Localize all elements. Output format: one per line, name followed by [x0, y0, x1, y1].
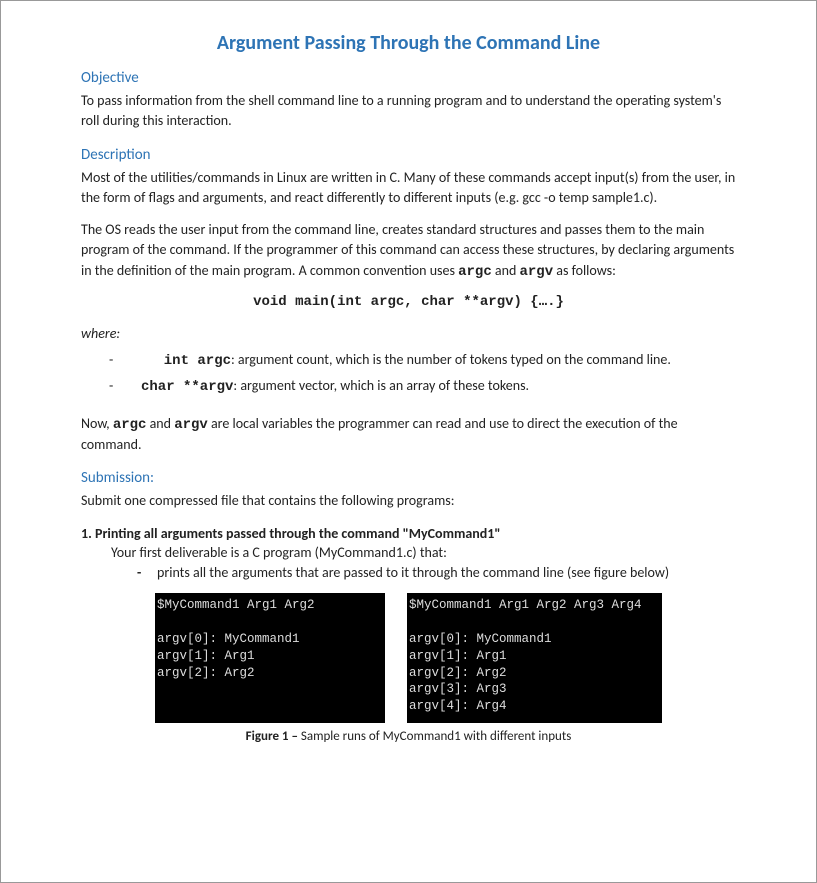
bullet-argc-text: : argument count, which is the number of…: [231, 351, 671, 368]
bullet-argc-code: int argc: [141, 352, 231, 372]
figure-label: Figure 1 –: [246, 729, 301, 744]
description-p2-suffix: as follows:: [553, 262, 616, 279]
arg-bullets: int argc: argument count, which is the n…: [81, 350, 736, 397]
task1-line: Your first deliverable is a C program (M…: [81, 544, 736, 561]
code-argv: argv: [519, 264, 553, 280]
where-label: where:: [81, 324, 736, 344]
objective-text: To pass information from the shell comma…: [81, 91, 736, 132]
figure-text: Sample runs of MyCommand1 with different…: [301, 729, 571, 744]
page-title: Argument Passing Through the Command Lin…: [81, 31, 736, 55]
task1-bullets: prints all the arguments that are passed…: [81, 563, 736, 583]
heading-description: Description: [81, 146, 736, 164]
task1-bullet: prints all the arguments that are passed…: [81, 563, 736, 583]
description-p2-mid: and: [492, 262, 520, 279]
bullet-argv: char **argv: argument vector, which is a…: [81, 376, 736, 398]
figure-caption: Figure 1 – Sample runs of MyCommand1 wit…: [81, 729, 736, 744]
terminal-right: $MyCommand1 Arg1 Arg2 Arg3 Arg4 argv[0]:…: [407, 593, 662, 723]
terminal-left: $MyCommand1 Arg1 Arg2 argv[0]: MyCommand…: [155, 593, 385, 723]
description-p2-prefix: The OS reads the user input from the com…: [81, 221, 734, 279]
terminal-row: $MyCommand1 Arg1 Arg2 argv[0]: MyCommand…: [81, 593, 736, 723]
submission-intro: Submit one compressed file that contains…: [81, 491, 736, 511]
description-p2: The OS reads the user input from the com…: [81, 220, 736, 282]
code-argc-2: argc: [113, 417, 147, 433]
description-p3-prefix: Now,: [81, 415, 113, 432]
main-signature-code: void main(int argc, char **argv) {….}: [81, 294, 736, 310]
description-p3: Now, argc and argv are local variables t…: [81, 414, 736, 456]
description-p3-mid: and: [146, 415, 174, 432]
heading-submission: Submission: [81, 469, 736, 487]
code-argc: argc: [458, 264, 492, 280]
bullet-argv-code: char **argv: [141, 378, 233, 398]
heading-objective: Objective: [81, 69, 736, 87]
code-argv-2: argv: [174, 417, 208, 433]
task1-heading: 1. Printing all arguments passed through…: [81, 525, 736, 542]
bullet-argv-text: : argument vector, which is an array of …: [233, 377, 529, 394]
document-page: Argument Passing Through the Command Lin…: [0, 0, 817, 883]
bullet-argc: int argc: argument count, which is the n…: [81, 350, 736, 372]
description-p1: Most of the utilities/commands in Linux …: [81, 168, 736, 209]
